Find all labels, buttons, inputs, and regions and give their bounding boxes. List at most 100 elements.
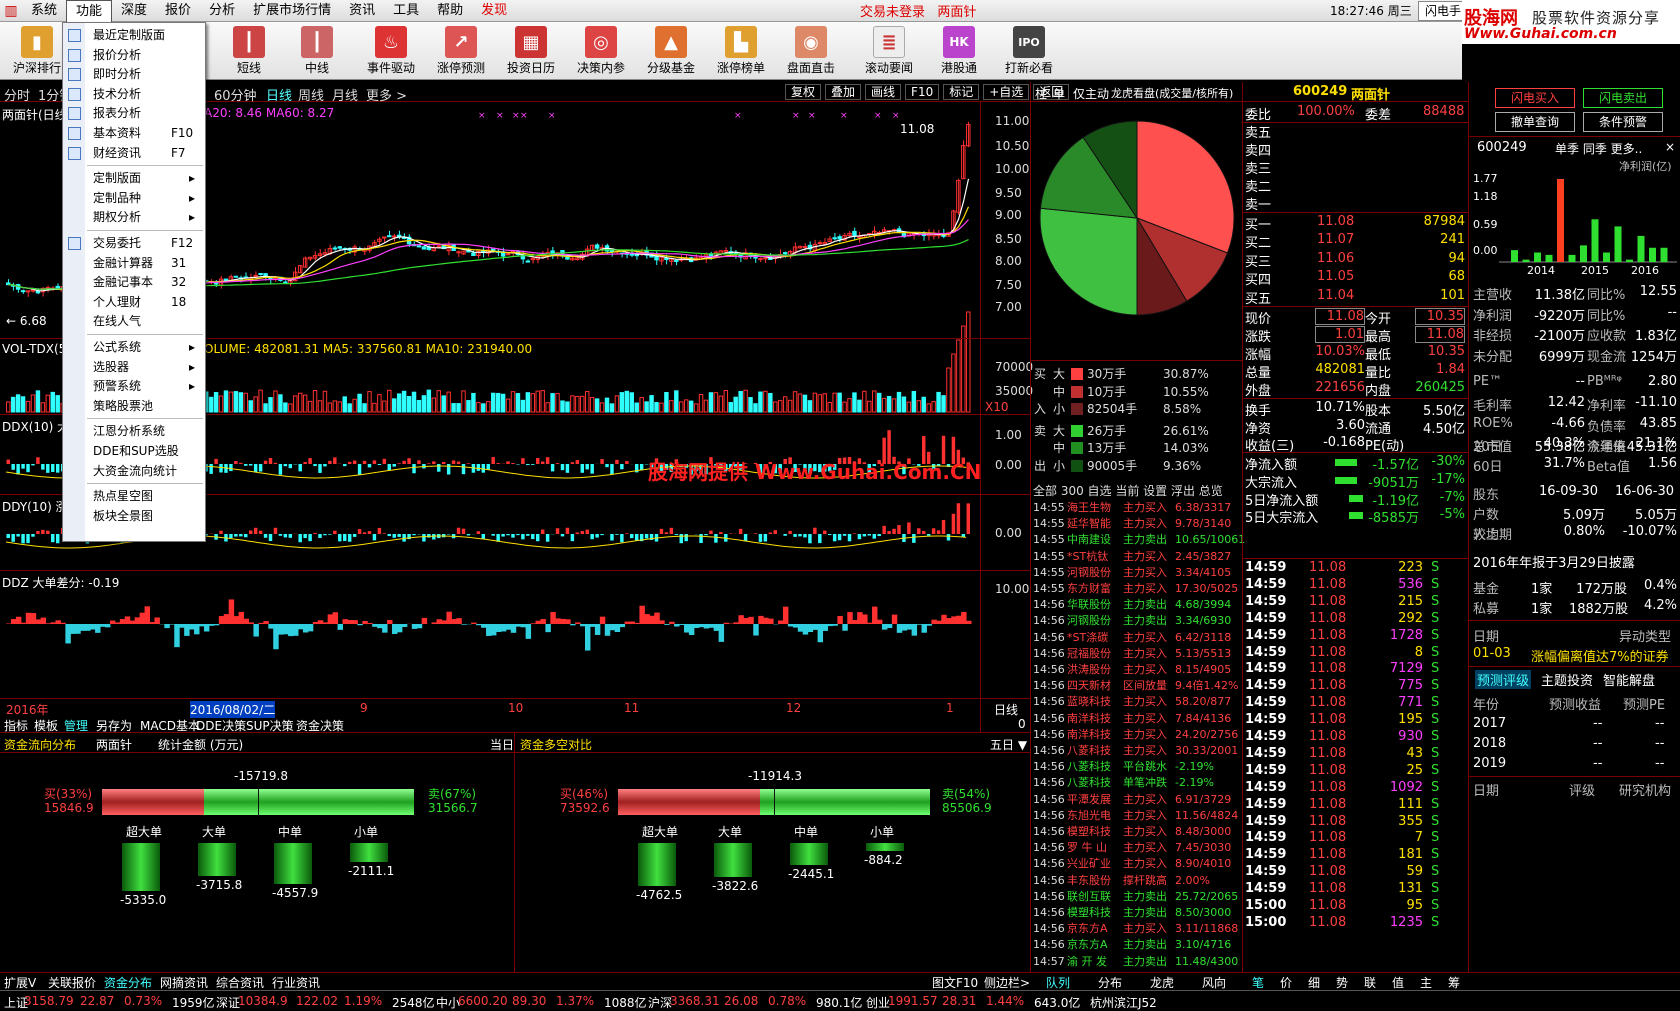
alert-row[interactable]: 14:56 平潭发展 主力买入 6.91/3729 [1033, 792, 1243, 808]
pie-tab-active[interactable]: 仅主动 [1073, 85, 1109, 102]
tool-ipo[interactable]: IPO 打新必看 [996, 24, 1062, 78]
alert-row[interactable]: 14:55 *ST杭钛 主力买入 2.45/3827 [1033, 549, 1243, 565]
close-icon[interactable]: × [1665, 140, 1675, 154]
alert-row[interactable]: 14:56 丰东股份 撑杆跳高 2.00% [1033, 873, 1243, 889]
alert-row[interactable]: 14:55 延华智能 主力买入 9.78/3140 [1033, 516, 1243, 532]
alert-row[interactable]: 14:57 渝 开 发主力卖出 11.48/4300 [1033, 954, 1243, 970]
flash-trade-button[interactable]: 闪电手 [1418, 1, 1469, 21]
menu-item[interactable]: 财经资讯 F7 [63, 143, 205, 164]
index-field[interactable]: 杭州滨江J52 [1090, 994, 1157, 1011]
tab-tick[interactable]: 笔 [1252, 974, 1264, 991]
flash-sell-button[interactable]: 闪电卖出 [1583, 88, 1663, 108]
tab-chips[interactable]: 筹 [1448, 974, 1460, 991]
tab-price[interactable]: 价 [1280, 974, 1292, 991]
login-status[interactable]: 交易未登录 两面针 [860, 1, 976, 20]
menu-item[interactable]: 报表分析 [63, 103, 205, 124]
alert-row[interactable]: 14:56 东旭光电 主力买入 11.56/4824 [1033, 808, 1243, 824]
alert-row[interactable]: 14:56 模塑科技 主力卖出 8.50/3000 [1033, 905, 1243, 921]
tool-decision-ref[interactable]: ◎ 决策内参 [568, 24, 634, 78]
tool-invest-calendar[interactable]: ▦ 投资日历 [498, 24, 564, 78]
alert-row[interactable]: 14:56 罗 牛 山主力买入 7.45/3030 [1033, 840, 1243, 856]
alert-row[interactable]: 14:55 中南建设 主力卖出 10.65/10061 [1033, 532, 1245, 548]
forecast-tab[interactable]: 智能解盘 [1603, 670, 1655, 689]
alert-row[interactable]: 14:56 兴业矿业 主力买入 8.90/4010 [1033, 856, 1243, 872]
tab-web-news[interactable]: 网摘资讯 [160, 974, 208, 991]
tool-ranking[interactable]: ▮ 沪深排行 [4, 24, 70, 78]
bid-price[interactable]: 11.05 [1317, 269, 1354, 284]
tool-graded-fund[interactable]: ▲ 分级基金 [638, 24, 704, 78]
alert-row[interactable]: 14:56 联创互联 主力卖出 25.72/2065 [1033, 889, 1243, 905]
menu-tools[interactable]: 工具 [384, 0, 428, 22]
menu-item[interactable]: 交易委托 F12 [63, 233, 205, 254]
tab-general-news[interactable]: 综合资讯 [216, 974, 264, 991]
menu-item[interactable]: 期权分析 ▸ [63, 207, 205, 228]
menu-item[interactable]: 金融计算器 31 [63, 253, 205, 274]
bid-price[interactable]: 11.08 [1317, 214, 1354, 229]
restore-rights-button[interactable]: 复权 [785, 84, 822, 100]
tab-f10-graphic[interactable]: 图文F10 [932, 974, 978, 991]
tab-value[interactable]: 值 [1392, 974, 1404, 991]
draw-line-button[interactable]: 画线 [865, 84, 902, 100]
pie-tab-single[interactable]: 单 [1053, 85, 1065, 102]
alert-row[interactable]: 14:56 八菱科技 主力买入 30.33/2001 [1033, 743, 1243, 759]
menu-news[interactable]: 资讯 [340, 0, 384, 22]
alert-row[interactable]: 14:56 八菱科技 平台跳水 -2.19% [1033, 759, 1243, 775]
tab-fund-distribution[interactable]: 资金分布 [104, 974, 152, 991]
menu-item[interactable]: DDE和SUP选股 [63, 441, 205, 462]
forecast-tab[interactable]: 预测评级 [1475, 670, 1532, 689]
menu-item[interactable]: 预警系统 ▸ [63, 376, 205, 397]
menu-item[interactable]: 策略股票池 [63, 396, 205, 417]
alert-row[interactable]: 14:56 冠福股份 主力买入 5.13/5513 [1033, 646, 1243, 662]
fund-flow-period[interactable]: 当日 [490, 736, 514, 753]
alert-row[interactable]: 14:56 洪涛股份 主力买入 8.15/4905 [1033, 662, 1243, 678]
menu-item[interactable]: 金融记事本 32 [63, 272, 205, 293]
tool-event-driven[interactable]: ♨ 事件驱动 [358, 24, 424, 78]
tab-link[interactable]: 联 [1364, 974, 1376, 991]
menu-item[interactable]: 大资金流向统计 [63, 461, 205, 482]
bid-price[interactable]: 11.06 [1317, 251, 1354, 266]
alert-row[interactable]: 14:56 京东方A 主力卖出 3.10/4716 [1033, 937, 1243, 953]
menu-quote[interactable]: 报价 [156, 0, 200, 22]
long-short-period[interactable]: 五日 ▼ [990, 736, 1027, 753]
pie-tab-dragon[interactable]: 龙虎看盘(成交量/核所有) [1111, 85, 1233, 101]
tab-main[interactable]: 主 [1420, 974, 1432, 991]
menu-item[interactable]: 在线人气 [63, 311, 205, 332]
f10-tabs[interactable]: 单季 同季 更多.. [1555, 140, 1642, 157]
menu-ext-market[interactable]: 扩展市场行情 [244, 0, 340, 22]
menu-analysis[interactable]: 分析 [200, 0, 244, 22]
tab-related-quote[interactable]: 关联报价 [48, 974, 96, 991]
alert-row[interactable]: 14:56 *ST涤碳 主力买入 6.42/3118 [1033, 630, 1243, 646]
forecast-tab[interactable]: 主题投资 [1541, 670, 1593, 689]
alert-row[interactable]: 14:56 河钢股份 主力卖出 3.34/6930 [1033, 613, 1243, 629]
tool-rolling-news[interactable]: ≣ 滚动要闻 [856, 24, 922, 78]
menu-system[interactable]: 系统 [22, 0, 66, 22]
mark-button[interactable]: 标记 [943, 84, 980, 100]
tab-extend[interactable]: 扩展V [4, 974, 36, 991]
fund-flow-title[interactable]: 资金流向分布 [4, 736, 76, 753]
rt-tabs[interactable]: 全部 300 自选 当前 设置 浮出 总览 [1033, 482, 1223, 499]
menu-item[interactable]: 定制品种 ▸ [63, 188, 205, 209]
alert-row[interactable]: 14:56 南洋科技 主力买入 24.20/2756 [1033, 727, 1243, 743]
tab-distribution[interactable]: 分布 [1098, 974, 1122, 991]
alert-row[interactable]: 14:56 南洋科技 主力买入 7.84/4136 [1033, 711, 1243, 727]
menu-item[interactable]: 定制版面 ▸ [63, 168, 205, 189]
menu-item[interactable]: 选股器 ▸ [63, 357, 205, 378]
menu-item[interactable]: 个人理财 18 [63, 292, 205, 313]
tool-limit-up-forecast[interactable]: ↗ 涨停预测 [428, 24, 494, 78]
menu-item[interactable]: 基本资料 F10 [63, 123, 205, 144]
menu-item[interactable]: 热点星空图 [63, 486, 205, 507]
bid-price[interactable]: 11.04 [1317, 288, 1354, 303]
tab-queue[interactable]: 队列 [1046, 974, 1070, 991]
menu-help[interactable]: 帮助 [428, 0, 472, 22]
flash-buy-button[interactable]: 闪电买入 [1495, 88, 1575, 108]
tab-trend[interactable]: 势 [1336, 974, 1348, 991]
tab-wind[interactable]: 风向 [1202, 974, 1226, 991]
alert-row[interactable]: 14:56 华联股份 主力卖出 4.68/3994 [1033, 597, 1243, 613]
alert-row[interactable]: 14:56 京东方A 主力买入 3.11/11868 [1033, 921, 1243, 937]
alert-row[interactable]: 14:55 河钢股份 主力买入 3.34/4105 [1033, 565, 1243, 581]
alert-row[interactable]: 14:56 四天新材 区间放量 9.4倍1.42% [1033, 678, 1243, 694]
event-type[interactable]: 涨幅偏离值达7%的证券 [1531, 646, 1669, 665]
alert-row[interactable]: 14:56 八菱科技 单笔冲跌 -2.19% [1033, 775, 1243, 791]
tool-short-term[interactable]: ┃ 短线 [216, 24, 282, 78]
alert-row[interactable]: 14:56 蓝晓科技 主力买入 58.20/877 [1033, 694, 1243, 710]
